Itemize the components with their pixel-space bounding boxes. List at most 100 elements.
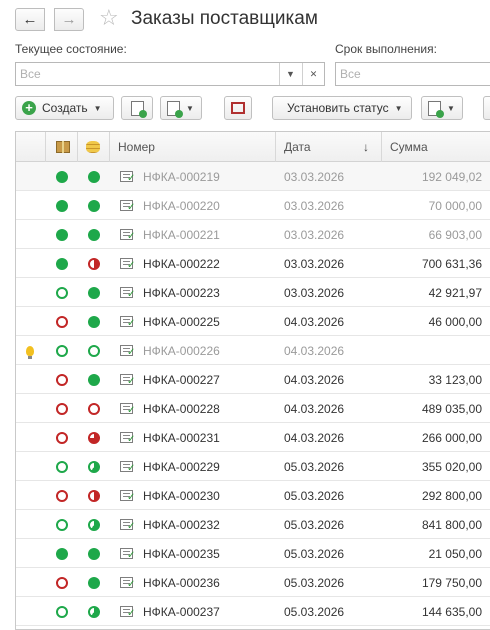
cell-number: НФКА-000223 [110, 278, 276, 307]
header-date[interactable]: Дата ↓ [276, 132, 382, 162]
row-marker [16, 394, 46, 423]
back-button[interactable]: ← [15, 8, 45, 31]
payment-status [78, 423, 110, 452]
cell-sum: 192 049,02 [421, 169, 482, 184]
payment-status [78, 249, 110, 278]
payment-status [78, 539, 110, 568]
cell-date: 03.03.2026 [284, 227, 345, 242]
cell-number: НФКА-000222 [110, 249, 276, 278]
row-marker [16, 278, 46, 307]
table-row[interactable]: НФКА-000225 04.03.2026 46 000,00 [16, 307, 490, 336]
orders-table[interactable]: Номер Дата↓ Сумма НФКА-000219 03.03.2026 1… [15, 131, 490, 630]
arrow-left-icon: ← [22, 11, 38, 28]
cell-sum: 355 020,00 [421, 459, 482, 474]
plus-circle-icon: + [22, 101, 36, 115]
related-documents-button[interactable]: ▼ [160, 96, 202, 120]
status-circle-icon [88, 576, 100, 589]
header-shipment-col[interactable] [46, 132, 78, 162]
state-clear-button[interactable]: ✕ [302, 63, 324, 85]
table-row[interactable]: НФКА-000221 03.03.2026 66 903,00 [16, 220, 490, 249]
shipment-status [46, 278, 78, 307]
document-posted-icon [120, 258, 135, 271]
table-row[interactable]: НФКА-000235 05.03.2026 21 050,00 [16, 539, 490, 568]
table-row[interactable]: НФКА-000227 04.03.2026 33 123,00 [16, 365, 490, 394]
table-row[interactable]: НФКА-000220 03.03.2026 70 000,00 [16, 191, 490, 220]
create-based-on-button[interactable] [121, 96, 153, 120]
shipment-status [46, 249, 78, 278]
cell-number: НФКА-000221 [110, 220, 276, 249]
state-dropdown-button[interactable]: ▼ [279, 63, 301, 85]
cell-number: НФКА-000229 [110, 452, 276, 481]
status-circle-icon [88, 315, 100, 328]
payment-status [78, 510, 110, 539]
cell-number: НФКА-000232 [110, 510, 276, 539]
row-marker [16, 539, 46, 568]
table-header: Номер Дата ↓ Сумма [16, 132, 490, 162]
documents-icon [167, 100, 183, 118]
table-row[interactable]: НФКА-000222 03.03.2026 700 631,36 [16, 249, 490, 278]
document-posted-icon [120, 577, 135, 590]
status-circle-icon [56, 315, 68, 328]
table-row[interactable]: НФКА-000226 04.03.2026 [16, 336, 490, 365]
cell-number: НФКА-000231 [110, 423, 276, 452]
chevron-down-icon: ▼ [447, 103, 455, 113]
document-posted-icon [120, 461, 135, 474]
print-button[interactable] [224, 96, 252, 120]
create-button[interactable]: + Создать ▼ [15, 96, 114, 120]
cell-sum: 144 635,00 [421, 604, 482, 619]
table-row[interactable]: НФКА-000219 03.03.2026 192 049,02 [16, 162, 490, 191]
table-row[interactable]: НФКА-000223 03.03.2026 42 921,97 [16, 278, 490, 307]
document-posted-icon [120, 171, 135, 184]
table-row[interactable]: НФКА-000231 04.03.2026 266 000,00 [16, 423, 490, 452]
status-circle-icon [88, 286, 100, 299]
status-circle-icon [88, 228, 100, 241]
report-icon [428, 100, 444, 118]
status-circle-icon [88, 199, 100, 212]
cell-number: НФКА-000220 [110, 191, 276, 220]
row-marker [16, 307, 46, 336]
header-payment-col[interactable] [78, 132, 110, 162]
row-marker [16, 336, 46, 365]
table-row[interactable]: НФКА-000229 05.03.2026 355 020,00 [16, 452, 490, 481]
cell-number: НФКА-000227 [110, 365, 276, 394]
table-row[interactable]: НФКА-000228 04.03.2026 489 035,00 [16, 394, 490, 423]
more-button[interactable] [483, 96, 490, 120]
status-circle-icon [88, 605, 100, 618]
cell-sum: 33 123,00 [428, 372, 482, 387]
table-row[interactable]: НФКА-000232 05.03.2026 841 800,00 [16, 510, 490, 539]
status-circle-icon [56, 431, 68, 444]
favorite-star-icon[interactable]: ☆ [99, 5, 119, 31]
payment-status [78, 307, 110, 336]
header-number[interactable]: Номер [110, 132, 276, 162]
shipment-status [46, 481, 78, 510]
reports-button[interactable]: ▼ [421, 96, 463, 120]
shipment-status [46, 394, 78, 423]
table-row[interactable]: НФКА-000236 05.03.2026 179 750,00 [16, 568, 490, 597]
status-circle-icon [88, 373, 100, 386]
status-circle-icon [88, 489, 100, 502]
set-status-button[interactable]: Установить статус ▼ [272, 96, 412, 120]
header-sum[interactable]: Сумма [382, 132, 490, 162]
cell-date: 05.03.2026 [284, 488, 345, 503]
payment-status [78, 278, 110, 307]
deadline-filter-field[interactable]: Все [335, 62, 490, 86]
status-circle-icon [88, 402, 100, 415]
status-circle-icon [56, 460, 68, 473]
cell-number: НФКА-000226 [110, 336, 276, 365]
forward-button[interactable]: → [54, 8, 84, 31]
table-row[interactable]: НФКА-000230 05.03.2026 292 800,00 [16, 481, 490, 510]
shipment-status [46, 307, 78, 336]
cell-sum [382, 336, 490, 365]
cell-date: 03.03.2026 [284, 169, 345, 184]
table-row[interactable]: НФКА-000237 05.03.2026 144 635,00 [16, 597, 490, 626]
set-status-label: Установить статус [287, 101, 389, 115]
shipment-status [46, 452, 78, 481]
coins-icon [86, 141, 100, 153]
state-filter-field[interactable]: Все ▼ ✕ [15, 62, 325, 86]
status-circle-icon [88, 431, 100, 444]
status-circle-icon [56, 257, 68, 270]
cell-number: НФКА-000235 [110, 539, 276, 568]
document-posted-icon [120, 519, 135, 532]
shipment-status [46, 423, 78, 452]
row-marker [16, 220, 46, 249]
